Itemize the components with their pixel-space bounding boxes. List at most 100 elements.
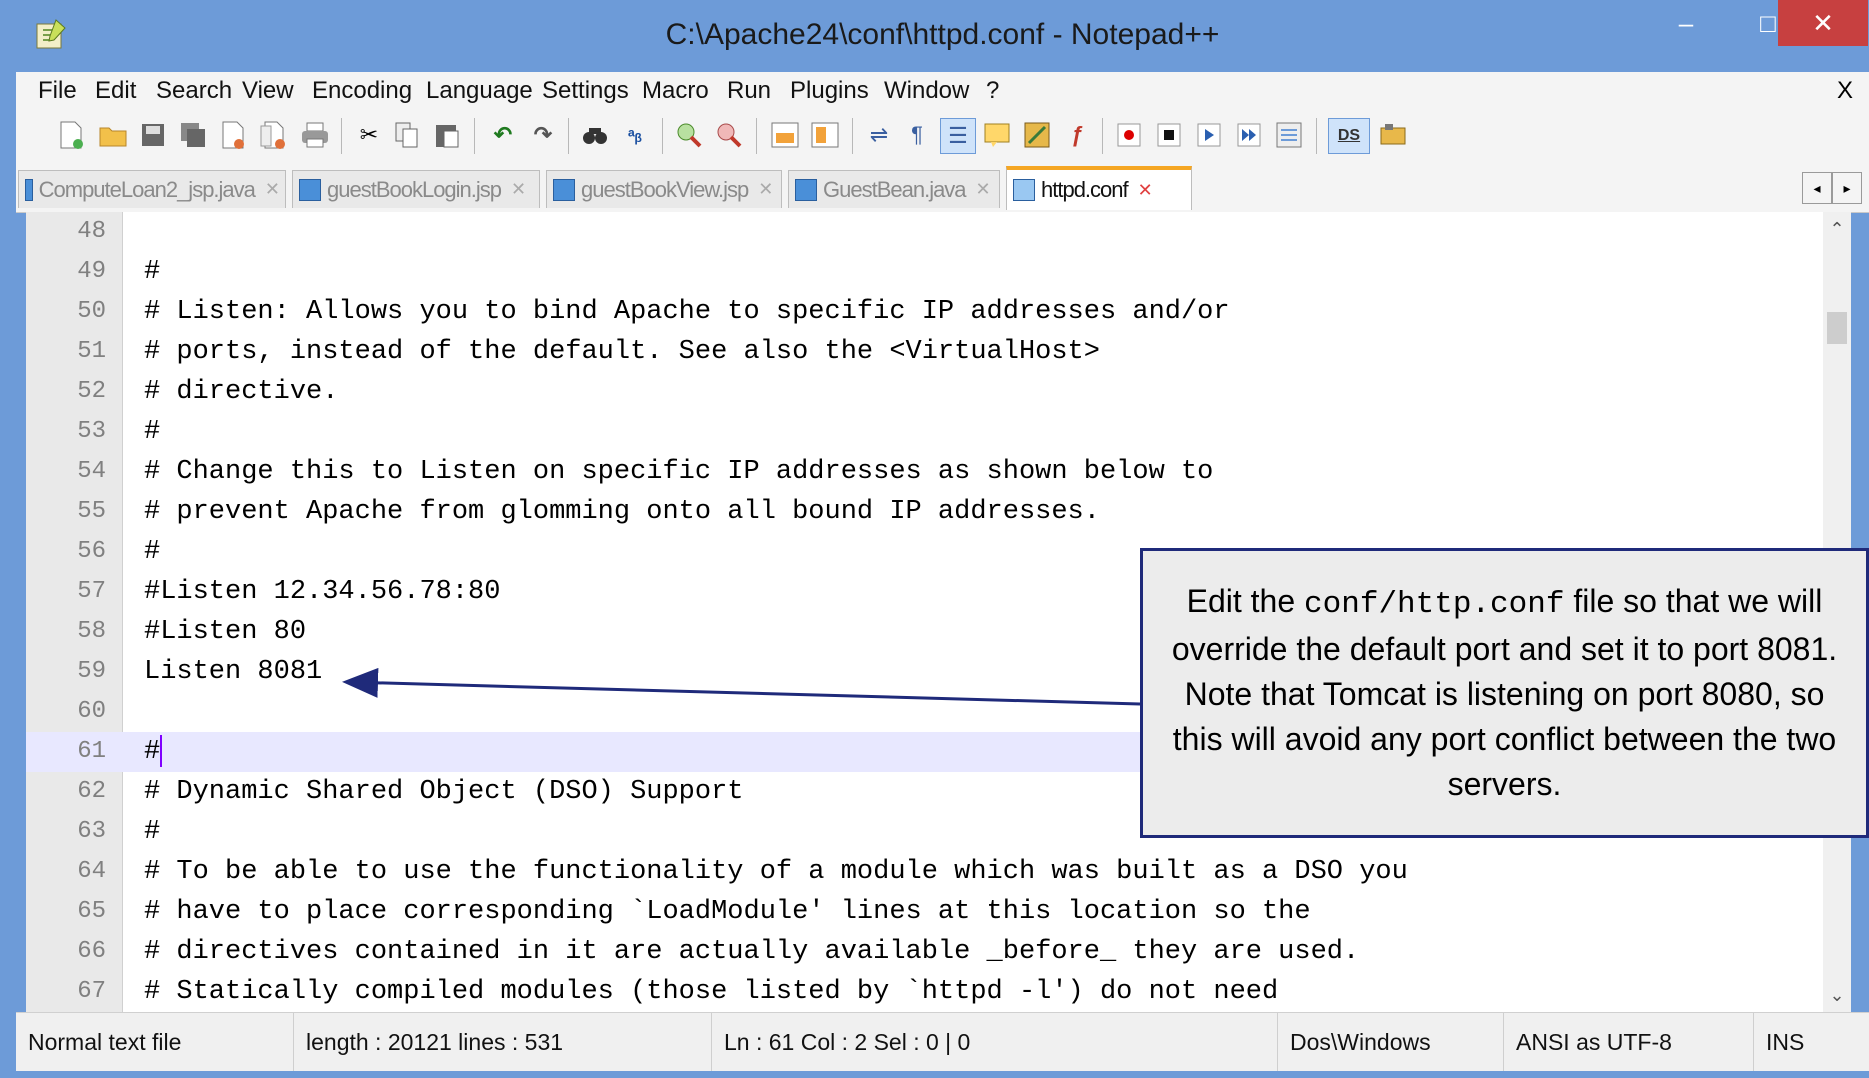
line-text[interactable]: # directives contained in it are actuall… (144, 932, 1359, 972)
line-text[interactable]: # Dynamic Shared Object (DSO) Support (144, 772, 744, 812)
cut-icon[interactable]: ✂ (352, 118, 386, 152)
code-line[interactable]: 66 # directives contained in it are actua… (26, 932, 1841, 972)
tab-close-icon[interactable]: ✕ (758, 179, 773, 200)
new-file-icon[interactable] (54, 118, 88, 152)
code-line[interactable]: 48 (26, 212, 1841, 252)
line-text[interactable]: # (144, 532, 160, 572)
line-text[interactable]: # (144, 412, 160, 452)
line-text[interactable]: # (144, 812, 160, 852)
close-icon[interactable] (216, 118, 250, 152)
line-text[interactable]: # prevent Apache from glomming onto all … (144, 492, 1100, 532)
menu-help[interactable]: ? (986, 72, 999, 110)
menu-encoding[interactable]: Encoding (312, 72, 412, 110)
line-text[interactable]: # (144, 252, 160, 292)
menu-window[interactable]: Window (884, 72, 969, 110)
code-line[interactable]: 67 # Statically compiled modules (those l… (26, 972, 1841, 1012)
line-text[interactable]: # (144, 732, 163, 772)
tab-guestbookview[interactable]: guestBookView.jsp ✕ (546, 170, 782, 208)
play-macro-icon[interactable] (1192, 118, 1226, 152)
code-line[interactable]: 65 # have to place corresponding `LoadMod… (26, 892, 1841, 932)
minimize-button[interactable]: – (1646, 0, 1726, 46)
line-text[interactable]: # Listen: Allows you to bind Apache to s… (144, 292, 1230, 332)
paste-icon[interactable] (430, 118, 464, 152)
print-icon[interactable] (298, 118, 332, 152)
tab-close-icon[interactable]: ✕ (1138, 180, 1153, 201)
code-line[interactable]: 53 # (26, 412, 1841, 452)
close-window-button[interactable]: ✕ (1778, 0, 1868, 46)
line-text[interactable]: #Listen 80 (144, 612, 306, 652)
menu-edit[interactable]: Edit (95, 72, 136, 110)
menu-macro[interactable]: Macro (642, 72, 709, 110)
menu-settings[interactable]: Settings (542, 72, 629, 110)
line-text[interactable]: # ports, instead of the default. See als… (144, 332, 1100, 372)
scrollbar-thumb[interactable] (1827, 312, 1847, 344)
scroll-down-icon[interactable]: ⌄ (1823, 980, 1851, 1010)
line-text[interactable]: # Statically compiled modules (those lis… (144, 972, 1278, 1012)
zoom-out-icon[interactable] (712, 118, 746, 152)
line-text[interactable]: # Change this to Listen on specific IP a… (144, 452, 1213, 492)
line-number: 61 (77, 738, 106, 765)
show-all-chars-icon[interactable]: ¶ (900, 118, 934, 152)
close-document-button[interactable]: X (1837, 72, 1853, 110)
tab-guestbooklogin[interactable]: guestBookLogin.jsp ✕ (292, 170, 540, 208)
tab-close-icon[interactable]: ✕ (265, 179, 280, 200)
window-title: C:\Apache24\conf\httpd.conf - Notepad++ (665, 18, 1220, 51)
tab-close-icon[interactable]: ✕ (511, 179, 526, 200)
menu-language[interactable]: Language (426, 72, 533, 110)
menu-search[interactable]: Search (156, 72, 232, 110)
replace-icon[interactable]: ᵃᵦ (618, 118, 652, 152)
close-all-icon[interactable] (256, 118, 290, 152)
plugin-icon[interactable] (1376, 118, 1410, 152)
save-all-icon[interactable] (176, 118, 210, 152)
line-text[interactable]: #Listen 12.34.56.78:80 (144, 572, 500, 612)
zoom-in-icon[interactable] (672, 118, 706, 152)
tab-scroll-left-button[interactable]: ◂ (1802, 172, 1832, 204)
toolbar-separator (1102, 118, 1103, 154)
word-wrap-icon[interactable]: ⇌ (862, 118, 896, 152)
line-text[interactable]: # directive. (144, 372, 338, 412)
tab-scroll-right-button[interactable]: ▸ (1832, 172, 1862, 204)
code-line[interactable]: 54 # Change this to Listen on specific IP… (26, 452, 1841, 492)
doc-map-icon[interactable] (1020, 118, 1054, 152)
code-line[interactable]: 52 # directive. (26, 372, 1841, 412)
code-line[interactable]: 50 # Listen: Allows you to bind Apache to… (26, 292, 1841, 332)
menu-file[interactable]: File (38, 72, 77, 110)
tab-close-icon[interactable]: ✕ (976, 179, 991, 200)
line-text[interactable]: # To be able to use the functionality of… (144, 852, 1408, 892)
ds-icon[interactable]: DS (1328, 118, 1370, 154)
sync-vertical-icon[interactable] (768, 118, 802, 152)
user-lang-icon[interactable] (980, 118, 1014, 152)
stop-macro-icon[interactable] (1152, 118, 1186, 152)
redo-icon[interactable]: ↷ (526, 118, 560, 152)
save-macro-icon[interactable] (1272, 118, 1306, 152)
line-text[interactable]: # have to place corresponding `LoadModul… (144, 892, 1311, 932)
tab-httpd-conf[interactable]: httpd.conf ✕ (1006, 166, 1192, 210)
menu-plugins[interactable]: Plugins (790, 72, 869, 110)
save-icon[interactable] (136, 118, 170, 152)
indent-guide-icon[interactable]: ☰ (940, 118, 976, 154)
line-number: 50 (77, 298, 106, 325)
code-line[interactable]: 51 # ports, instead of the default. See a… (26, 332, 1841, 372)
line-number: 62 (77, 778, 106, 805)
copy-icon[interactable] (390, 118, 424, 152)
sync-horizontal-icon[interactable] (808, 118, 842, 152)
code-line[interactable]: 64 # To be able to use the functionality … (26, 852, 1841, 892)
find-icon[interactable] (578, 118, 612, 152)
code-line[interactable]: 55 # prevent Apache from glomming onto al… (26, 492, 1841, 532)
tab-computeloan2[interactable]: ComputeLoan2_jsp.java ✕ (18, 170, 286, 208)
line-text[interactable]: Listen 8081 (144, 652, 322, 692)
scroll-up-icon[interactable]: ⌃ (1823, 214, 1851, 244)
saved-file-icon (25, 178, 33, 201)
open-file-icon[interactable] (96, 118, 130, 152)
run-macro-multiple-icon[interactable] (1232, 118, 1266, 152)
title-bar[interactable]: C:\Apache24\conf\httpd.conf - Notepad++ … (8, 0, 1869, 72)
undo-icon[interactable]: ↶ (486, 118, 520, 152)
function-list-icon[interactable]: ƒ (1060, 118, 1094, 152)
toolbar-separator (568, 118, 569, 154)
tab-guestbean[interactable]: GuestBean.java ✕ (788, 170, 1000, 208)
menu-view[interactable]: View (242, 72, 294, 110)
record-macro-icon[interactable] (1112, 118, 1146, 152)
menu-run[interactable]: Run (727, 72, 771, 110)
code-line[interactable]: 49 # (26, 252, 1841, 292)
line-number: 58 (77, 618, 106, 645)
